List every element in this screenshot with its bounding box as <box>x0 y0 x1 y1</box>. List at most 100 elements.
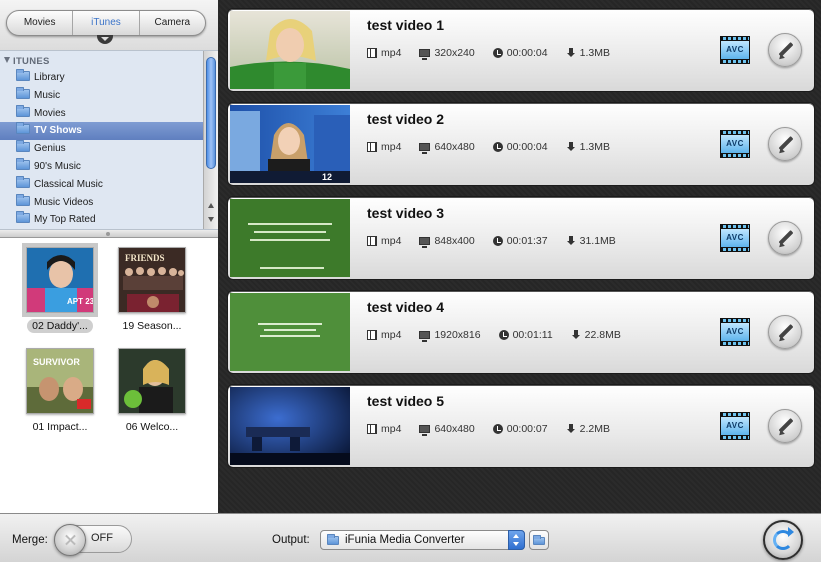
avc-format-icon[interactable]: AVC <box>720 130 750 158</box>
library-scrollbar[interactable] <box>203 51 218 229</box>
playlist-label: TV Shows <box>34 125 82 137</box>
clock-icon <box>492 142 503 152</box>
scroll-down-arrow-icon[interactable] <box>208 217 214 222</box>
video-meta: mp4 320x240 00:00:04 1.3MB <box>367 47 628 60</box>
output-label: Output: <box>272 534 310 546</box>
media-item[interactable]: SURVIVOR 01 Impact... <box>12 348 108 434</box>
playlist-label: Music <box>34 89 61 101</box>
source-switcher-area: Movies iTunes Camera <box>0 0 218 50</box>
tab-camera[interactable]: Camera <box>140 11 205 35</box>
playlist-label: Music Videos <box>34 196 94 208</box>
video-thumbnail <box>230 199 350 277</box>
avc-format-icon[interactable]: AVC <box>720 36 750 64</box>
edit-pencil-icon[interactable] <box>768 33 802 67</box>
bottom-toolbar: Merge: OFF Output: iFunia Media Converte… <box>0 513 821 562</box>
download-icon <box>566 424 576 434</box>
video-card[interactable]: test video 3 mp4 848x400 00:01:37 31.1MB… <box>227 196 815 280</box>
svg-text:APT 23: APT 23 <box>67 297 94 306</box>
toggle-knob-icon[interactable] <box>54 524 86 556</box>
playlist-label: Library <box>34 72 65 83</box>
playlist-item-library[interactable]: Library <box>0 69 203 87</box>
video-title[interactable]: test video 1 <box>367 17 444 33</box>
video-title[interactable]: test video 2 <box>367 111 444 127</box>
playlist-item-music-videos[interactable]: Music Videos <box>0 193 203 212</box>
codec-badge: AVC <box>720 229 750 247</box>
media-item[interactable]: FRIENDS 19 Season... <box>104 247 200 333</box>
edit-pencil-icon[interactable] <box>768 315 802 349</box>
tab-itunes[interactable]: iTunes <box>73 11 140 35</box>
convert-button[interactable] <box>763 520 803 560</box>
video-meta: mp4 640x480 00:00:04 1.3MB <box>367 141 628 154</box>
avc-format-icon[interactable]: AVC <box>720 318 750 346</box>
playlist-label: Genius <box>34 143 66 155</box>
playlist-label: Classical Music <box>34 178 103 190</box>
video-duration: 00:01:11 <box>512 329 553 341</box>
scroll-up-arrow-icon[interactable] <box>208 203 214 208</box>
media-caption: 01 Impact... <box>32 421 88 433</box>
media-item[interactable]: APT 23 02 Daddy'... <box>12 243 108 333</box>
film-icon <box>367 330 377 340</box>
avc-format-icon[interactable]: AVC <box>720 224 750 252</box>
edit-pencil-icon[interactable] <box>768 127 802 161</box>
video-meta: mp4 640x480 00:00:07 2.2MB <box>367 423 628 436</box>
folder-icon <box>16 175 30 188</box>
video-size: 2.2MB <box>579 423 610 435</box>
video-card[interactable]: test video 4 mp4 1920x816 00:01:11 22.8M… <box>227 290 815 374</box>
video-thumbnail: 12 <box>230 105 350 183</box>
svg-text:FRIENDS: FRIENDS <box>125 253 165 263</box>
film-icon <box>367 48 377 58</box>
download-icon <box>566 236 576 246</box>
video-resolution: 1920x816 <box>434 329 481 341</box>
source-panel: Movies iTunes Camera ITUNES Library Musi… <box>0 0 218 513</box>
svg-text:12: 12 <box>322 172 332 182</box>
select-stepper-icon[interactable] <box>508 530 525 550</box>
resolution-icon <box>419 331 431 342</box>
media-caption: 19 Season... <box>122 320 182 332</box>
video-title[interactable]: test video 4 <box>367 299 444 315</box>
media-item[interactable]: 06 Welco... <box>104 348 200 434</box>
video-format: mp4 <box>381 423 402 435</box>
video-card[interactable]: test video 5 mp4 640x480 00:00:07 2.2MB … <box>227 384 815 468</box>
library-section-header[interactable]: ITUNES <box>4 56 50 67</box>
output-folder-select[interactable]: iFunia Media Converter <box>320 530 525 550</box>
playlist-item-90s-music[interactable]: 90's Music <box>0 157 203 176</box>
video-thumbnail <box>230 11 350 89</box>
merge-toggle[interactable]: OFF <box>54 524 132 556</box>
playlist-label: 90's Music <box>34 160 81 172</box>
video-format: mp4 <box>381 329 402 341</box>
video-title[interactable]: test video 3 <box>367 205 444 221</box>
itunes-library-tree: ITUNES Library Music Movies TV Shows Gen… <box>0 50 218 230</box>
media-caption: 06 Welco... <box>125 421 179 433</box>
playlist-item-tv-shows[interactable]: TV Shows <box>0 122 203 141</box>
pane-splitter[interactable] <box>0 230 218 238</box>
video-format: mp4 <box>381 235 402 247</box>
playlist-label: My Top Rated <box>34 214 96 226</box>
video-duration: 00:00:07 <box>506 423 548 435</box>
playlist-item-my-top-rated[interactable]: My Top Rated <box>0 211 203 229</box>
playlist-item-genius[interactable]: Genius <box>0 140 203 158</box>
video-thumbnail <box>230 387 350 465</box>
video-title[interactable]: test video 5 <box>367 393 444 409</box>
tab-movies[interactable]: Movies <box>7 11 74 35</box>
playlist-item-classical-music[interactable]: Classical Music <box>0 175 203 194</box>
folder-icon <box>16 86 30 99</box>
browse-folder-button[interactable] <box>529 530 549 550</box>
avc-format-icon[interactable]: AVC <box>720 412 750 440</box>
scrollbar-thumb[interactable] <box>206 57 216 169</box>
playlist-item-movies[interactable]: Movies <box>0 104 203 123</box>
media-thumbnail: FRIENDS <box>118 247 186 313</box>
download-icon <box>571 330 581 340</box>
edit-pencil-icon[interactable] <box>768 221 802 255</box>
clock-icon <box>498 330 509 340</box>
source-segmented-control: Movies iTunes Camera <box>6 10 206 36</box>
playlist-item-music[interactable]: Music <box>0 86 203 105</box>
video-resolution: 320x240 <box>434 47 475 59</box>
codec-badge: AVC <box>720 417 750 435</box>
playlist-label: Movies <box>34 107 66 119</box>
video-card[interactable]: 12 test video 2 mp4 640x480 00:00:04 1.3… <box>227 102 815 186</box>
video-card[interactable]: test video 1 mp4 320x240 00:00:04 1.3MB … <box>227 8 815 92</box>
edit-pencil-icon[interactable] <box>768 409 802 443</box>
media-thumbnail: APT 23 <box>22 243 98 317</box>
film-icon <box>367 142 377 152</box>
folder-icon <box>16 140 30 153</box>
